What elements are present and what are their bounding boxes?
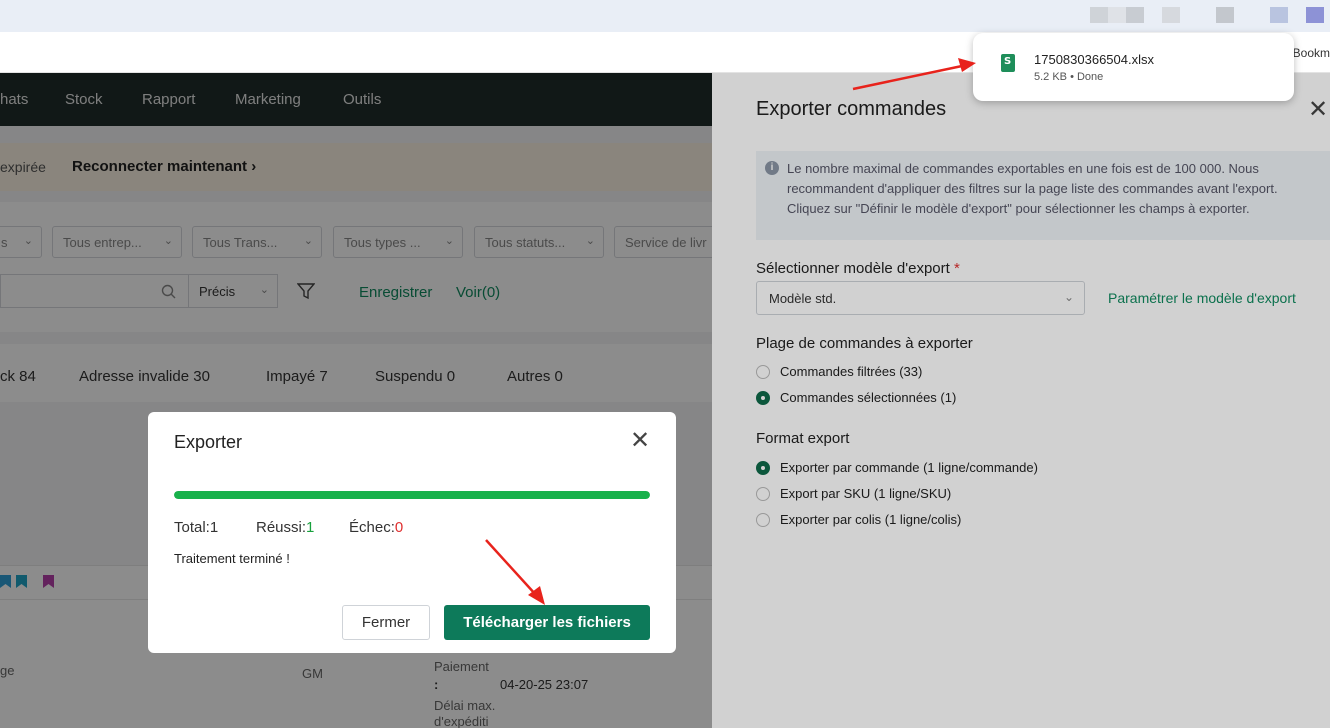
download-files-button[interactable]: Télécharger les fichiers: [444, 605, 650, 640]
bookmarks-label[interactable]: Bookm: [1293, 46, 1330, 60]
drawer-dim-overlay: [712, 73, 1330, 728]
progress-bar: [174, 491, 650, 499]
stat-success: Réussi:1: [256, 519, 315, 536]
stat-total: Total:1: [174, 519, 219, 536]
export-modal: Exporter ✕ Total:1 Réussi:1 Échec:0 Trai…: [148, 412, 676, 653]
download-popup[interactable]: 1750830366504.xlsx 5.2 KB • Done: [973, 33, 1294, 101]
blurred-extension-icons: [1090, 7, 1330, 23]
close-button[interactable]: Fermer: [342, 605, 430, 640]
stat-fail: Échec:0: [349, 519, 404, 536]
download-filename[interactable]: 1750830366504.xlsx: [1034, 52, 1154, 67]
progress-fill: [174, 491, 650, 499]
modal-title: Exporter: [174, 432, 243, 452]
browser-tabstrip: [0, 0, 1330, 32]
completion-message: Traitement terminé !: [174, 551, 290, 566]
download-status: 5.2 KB • Done: [1034, 71, 1104, 83]
close-icon[interactable]: ✕: [630, 426, 650, 455]
spreadsheet-file-icon: [1001, 54, 1015, 72]
